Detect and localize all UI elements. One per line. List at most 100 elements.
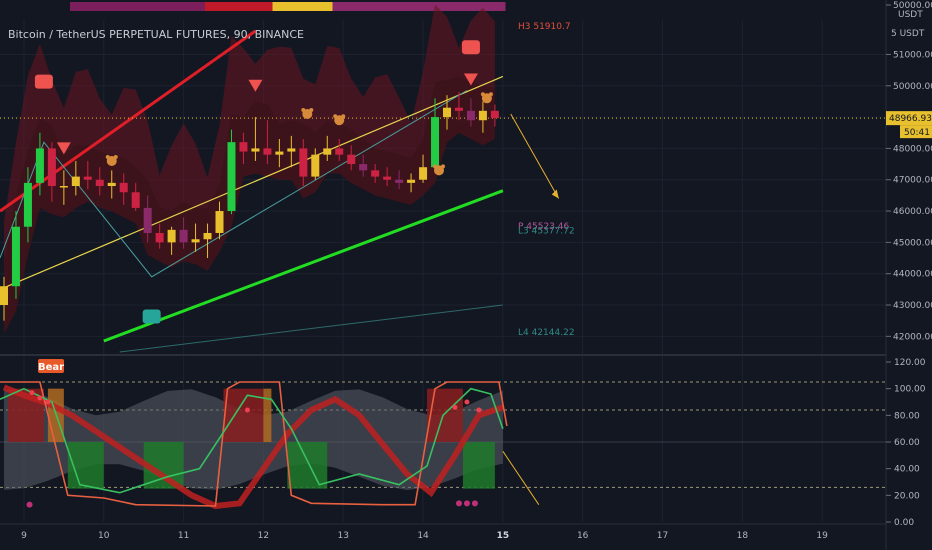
- candle-body[interactable]: [47, 148, 56, 186]
- candle-body[interactable]: [0, 286, 8, 306]
- candle-body[interactable]: [191, 239, 200, 243]
- candle-body[interactable]: [454, 107, 463, 111]
- current-price-label: 48966.93: [889, 114, 932, 124]
- strip-segment: [325, 2, 333, 11]
- candle-body[interactable]: [287, 148, 296, 152]
- candle-body[interactable]: [107, 182, 116, 186]
- candle-body[interactable]: [23, 182, 32, 227]
- strip-segment: [385, 2, 393, 11]
- strip-segment: [115, 2, 123, 11]
- bear-icon-ear: [441, 164, 446, 169]
- buy-flag-icon[interactable]: [142, 309, 161, 324]
- strip-segment: [85, 2, 93, 11]
- bear-icon-ear: [333, 114, 338, 119]
- osc-divergence-dot: [455, 500, 462, 507]
- candle-body[interactable]: [35, 148, 44, 183]
- candle-body[interactable]: [227, 142, 236, 212]
- strip-segment: [287, 2, 296, 11]
- candle-body[interactable]: [263, 148, 272, 155]
- candle-body[interactable]: [59, 186, 68, 188]
- strip-segment: [392, 2, 401, 11]
- strip-segment: [497, 2, 506, 11]
- osc-divergence-dot: [463, 500, 470, 507]
- osc-divergence-dot: [26, 501, 33, 508]
- candle-body[interactable]: [478, 110, 487, 121]
- bear-signal-label: Bear: [38, 362, 64, 373]
- price-tick-label: 45000.00: [893, 238, 932, 248]
- strip-segment: [100, 2, 108, 11]
- osc-histogram-bar: [427, 388, 463, 442]
- candle-body[interactable]: [395, 179, 404, 183]
- osc-tick-label: 20.00: [894, 491, 920, 501]
- strip-segment: [370, 2, 378, 11]
- osc-signal-dot: [476, 407, 482, 413]
- candle-body[interactable]: [490, 110, 499, 119]
- time-tick-label: 17: [657, 531, 668, 541]
- candle-body[interactable]: [407, 179, 416, 183]
- time-tick-label: 9: [21, 531, 27, 541]
- osc-tick-label: 40.00: [894, 465, 920, 475]
- candle-body[interactable]: [335, 148, 344, 155]
- time-tick-label: 12: [258, 531, 269, 541]
- strip-segment: [145, 2, 153, 11]
- strip-segment: [220, 2, 228, 11]
- strip-segment: [317, 2, 326, 11]
- candle-body[interactable]: [167, 229, 176, 243]
- candle-body[interactable]: [215, 211, 224, 233]
- candle-body[interactable]: [155, 232, 164, 243]
- time-tick-label: 10: [98, 531, 110, 541]
- candle-body[interactable]: [131, 192, 140, 208]
- osc-tick-label: 100.00: [894, 385, 926, 395]
- candle-body[interactable]: [119, 182, 128, 193]
- osc-histogram-bar: [462, 442, 495, 489]
- candle-body[interactable]: [466, 110, 475, 121]
- candle-body[interactable]: [347, 154, 356, 165]
- sell-flag-icon[interactable]: [461, 40, 480, 55]
- top-heat-strip: [70, 2, 506, 11]
- candle-body[interactable]: [371, 170, 380, 177]
- candle-body[interactable]: [311, 154, 320, 177]
- candle-body[interactable]: [179, 229, 188, 243]
- candle-body[interactable]: [11, 226, 20, 287]
- candle-body[interactable]: [431, 117, 440, 168]
- strip-segment: [182, 2, 191, 11]
- strip-segment: [190, 2, 198, 11]
- time-tick-label: 14: [417, 531, 429, 541]
- strip-segment: [250, 2, 258, 11]
- bear-icon-ear: [433, 164, 438, 169]
- candle-body[interactable]: [359, 164, 368, 171]
- strip-segment: [107, 2, 116, 11]
- candle-body[interactable]: [275, 151, 284, 155]
- candle-body[interactable]: [251, 148, 260, 152]
- time-tick-label: 11: [178, 531, 189, 541]
- strip-segment: [265, 2, 273, 11]
- bear-icon-ear: [341, 114, 346, 119]
- candle-body[interactable]: [239, 142, 248, 152]
- pivot-level-label: H3 51910.7: [518, 22, 571, 32]
- bear-icon-ear: [480, 92, 485, 97]
- candle-body[interactable]: [299, 148, 308, 177]
- candle-body[interactable]: [143, 207, 152, 233]
- sell-flag-icon[interactable]: [34, 74, 53, 89]
- osc-divergence-dot: [471, 500, 478, 507]
- currency-label: USDT: [898, 10, 923, 20]
- candle-body[interactable]: [419, 167, 428, 180]
- strip-segment: [70, 2, 78, 11]
- price-tick-label: 51000.00: [893, 50, 932, 60]
- osc-tick-label: 60.00: [894, 438, 920, 448]
- chart-canvas[interactable]: H3 51910.7P 45523.46L3 45377.72L4 42144.…: [0, 0, 932, 550]
- strip-segment: [302, 2, 311, 11]
- candle-body[interactable]: [442, 107, 451, 118]
- strip-segment: [212, 2, 221, 11]
- candle-body[interactable]: [83, 176, 92, 180]
- candle-body[interactable]: [323, 148, 332, 155]
- osc-histogram-bar: [263, 388, 272, 442]
- candle-body[interactable]: [95, 179, 104, 186]
- candle-body[interactable]: [383, 176, 392, 180]
- time-tick-label: 19: [816, 531, 828, 541]
- bear-icon-ear: [105, 154, 110, 159]
- strip-segment: [242, 2, 251, 11]
- candle-body[interactable]: [71, 176, 80, 186]
- candle-body[interactable]: [203, 232, 212, 240]
- price-tick-label: 42000.00: [893, 332, 932, 342]
